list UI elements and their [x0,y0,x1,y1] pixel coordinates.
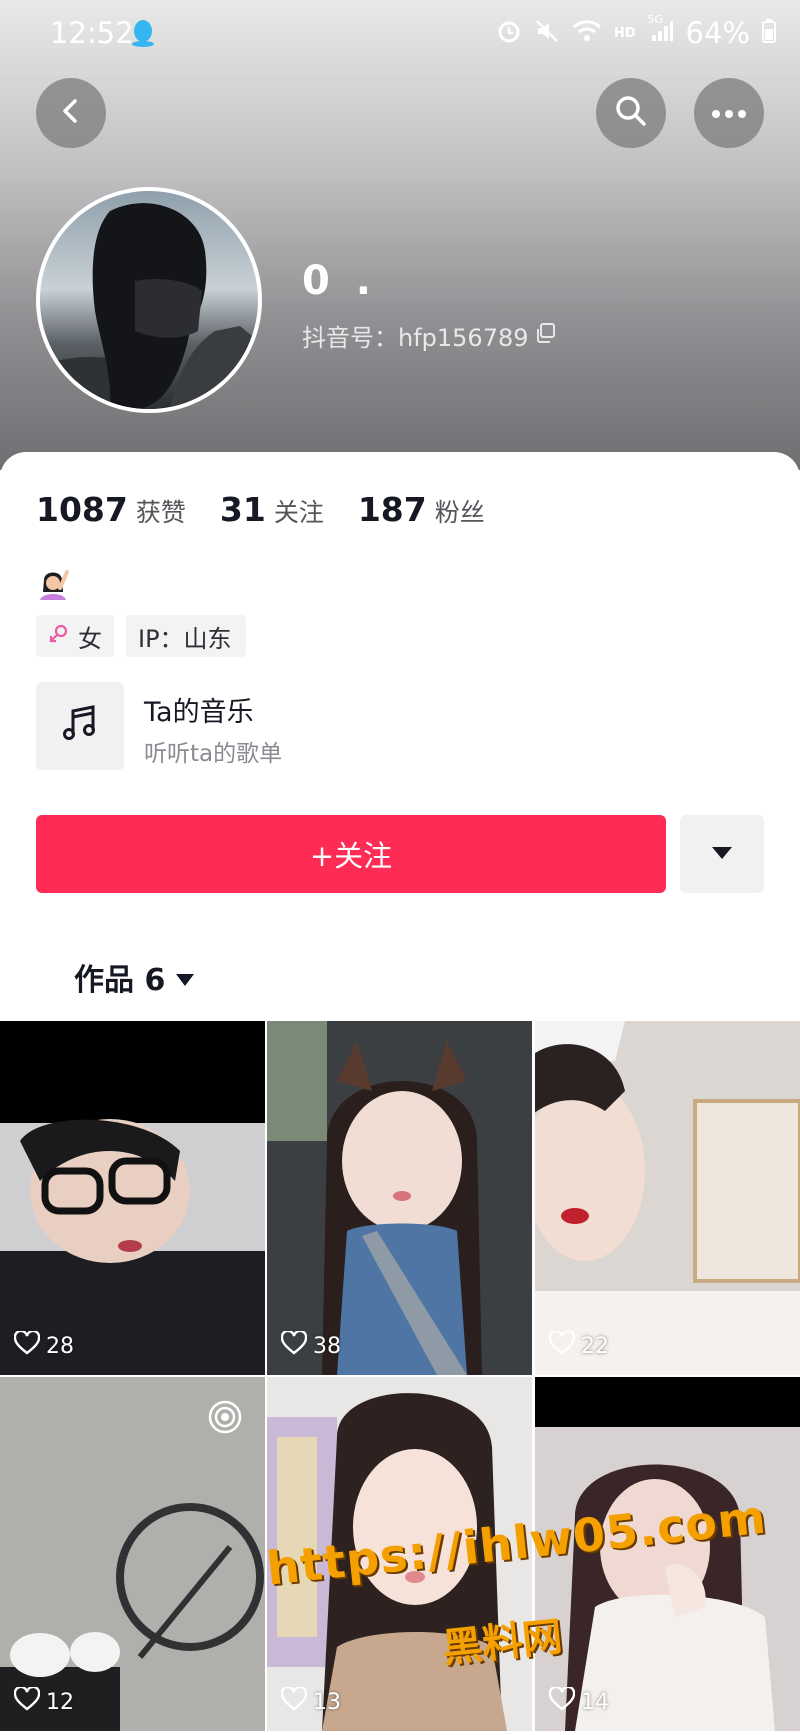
like-count: 13 [280,1685,341,1717]
battery-percent: 64% [685,16,750,50]
wifi-icon [572,19,602,47]
stat-followers[interactable]: 187 粉丝 [358,490,485,529]
video-thumbnail[interactable]: 12 [0,1377,265,1731]
stat-value: 31 [219,490,266,529]
bio-emoji-icon [36,566,70,600]
music-title: Ta的音乐 [144,697,254,728]
like-count: 28 [13,1329,74,1361]
gender-tag: 女 [36,615,114,657]
video-thumbnail[interactable]: 38 [267,1021,532,1375]
tab-works[interactable]: 作品 6 [74,955,195,999]
stat-label: 获赞 [135,498,186,527]
search-icon [614,94,648,132]
like-count-text: 22 [581,1333,609,1359]
like-count: 38 [280,1329,341,1361]
search-button[interactable] [596,78,666,148]
like-count-text: 13 [313,1689,341,1715]
music-icon-box [36,682,124,770]
hd-indicator: HD [613,25,636,41]
more-button[interactable] [694,78,764,148]
caret-down-icon [711,845,733,864]
nickname: 0 . [302,258,377,304]
stat-value: 187 [357,490,427,529]
music-subtitle: 听听ta的歌单 [144,741,283,767]
like-count-text: 14 [581,1689,609,1715]
stat-likes[interactable]: 1087 获赞 [36,490,186,529]
copy-icon[interactable] [535,322,557,350]
music-card[interactable]: Ta的音乐 听听ta的歌单 [36,682,536,770]
heart-icon [548,1329,576,1361]
like-count-text: 28 [46,1333,74,1359]
profile-header: 12:52 HD 5G 64% 0 . 抖音号：hfp156789 [0,0,800,470]
video-thumbnail[interactable]: 22 [535,1021,800,1375]
music-note-icon [58,702,102,750]
follow-button[interactable]: +关注 [36,815,666,893]
alarm-icon [496,18,522,48]
signal-icon: 5G [648,13,674,47]
live-indicator-icon [207,1399,243,1439]
heart-icon [280,1329,308,1361]
like-count-text: 38 [313,1333,341,1359]
back-button[interactable] [36,78,106,148]
heart-icon [280,1685,308,1717]
status-bar: 12:52 HD 5G 64% [0,0,800,70]
ip-tag: IP：山东 [126,615,246,657]
status-time: 12:52 [50,16,134,50]
video-grid: 28 38 22 12 13 14 [0,1021,800,1735]
avatar[interactable] [36,187,262,413]
like-count: 14 [548,1685,609,1717]
back-icon [56,96,86,130]
qq-notification-icon [130,18,156,52]
douyin-id-text: 抖音号：hfp156789 [302,324,529,352]
heart-icon [548,1685,576,1717]
status-icons: HD 5G 64% [496,13,776,50]
video-thumbnail[interactable]: 28 [0,1021,265,1375]
like-count: 12 [13,1685,74,1717]
gender-label: 女 [78,624,102,653]
like-count-text: 12 [46,1689,74,1715]
works-tab-label: 作品 6 [74,963,166,998]
like-count: 22 [548,1329,609,1361]
battery-icon [762,19,776,47]
ip-label: IP：山东 [138,624,232,653]
heart-icon [13,1329,41,1361]
network-type: 5G [647,13,664,26]
stat-value: 1087 [36,490,128,529]
recommend-dropdown-button[interactable] [680,815,764,893]
douyin-id[interactable]: 抖音号：hfp156789 [302,318,557,353]
heart-icon [13,1685,41,1717]
female-icon [48,622,70,650]
stats-row: 1087 获赞 31 关注 187 粉丝 [36,490,485,529]
caret-down-icon [175,960,195,995]
mute-icon [534,18,560,48]
more-icon [711,104,747,123]
stat-label: 粉丝 [434,498,485,527]
stat-label: 关注 [273,498,324,527]
stat-following[interactable]: 31 关注 [220,490,324,529]
